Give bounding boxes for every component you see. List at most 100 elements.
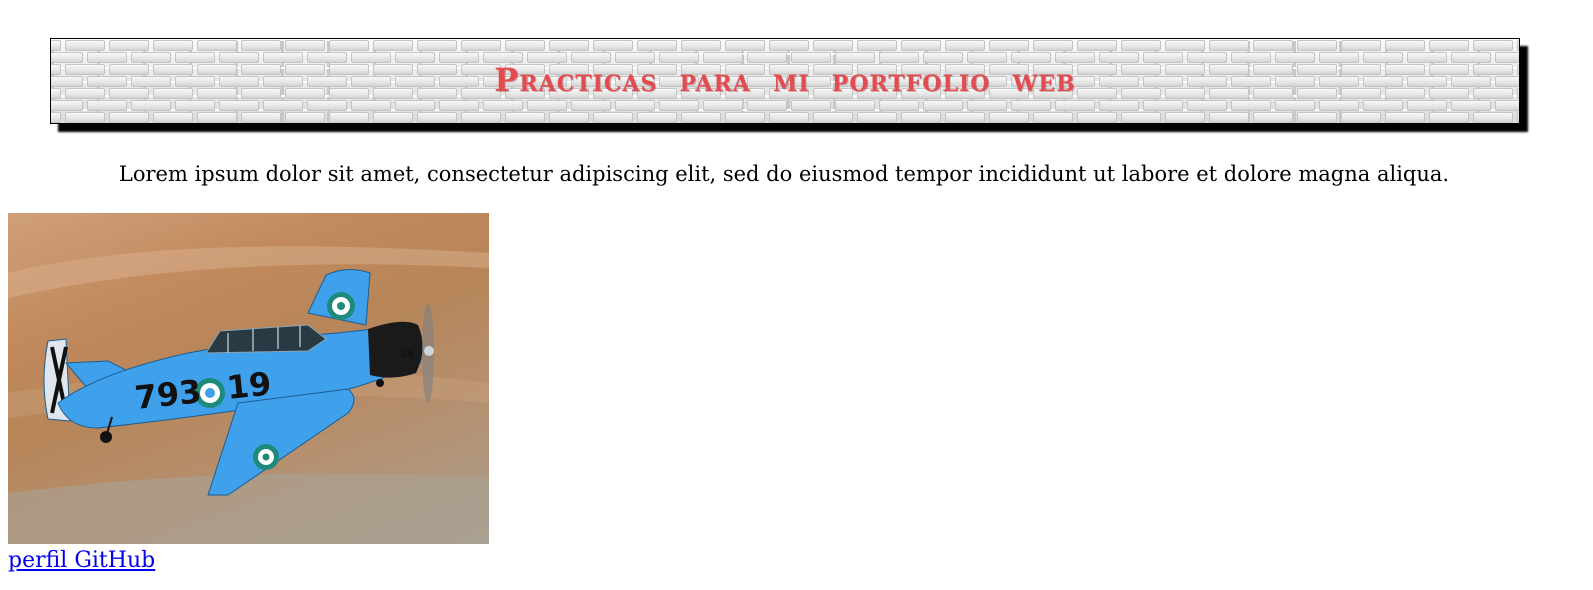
brick-row [51, 112, 1519, 123]
brick [1121, 40, 1161, 51]
brick [703, 100, 743, 111]
brick [373, 40, 413, 51]
brick [1231, 100, 1271, 111]
brick [681, 40, 721, 51]
github-profile-link[interactable]: perfil GitHub [8, 548, 155, 573]
brick [637, 112, 677, 123]
brick [1099, 100, 1139, 111]
brick [549, 112, 589, 123]
brick [65, 112, 105, 123]
brick [329, 112, 369, 123]
brick [483, 100, 523, 111]
brick [923, 100, 963, 111]
brick [1209, 40, 1249, 51]
brick [879, 100, 919, 111]
brick [791, 100, 831, 111]
brick [175, 100, 215, 111]
brick [835, 100, 875, 111]
brick [1385, 40, 1425, 51]
brick [329, 40, 369, 51]
brick [241, 112, 281, 123]
airplane-illustration: 793 19 19 [8, 246, 489, 544]
brick [813, 112, 853, 123]
brick [219, 100, 259, 111]
brick [1385, 112, 1425, 123]
intro-paragraph: Lorem ipsum dolor sit amet, consectetur … [118, 162, 1450, 186]
brick [1011, 100, 1051, 111]
brick [857, 40, 897, 51]
brick [307, 100, 347, 111]
brick [285, 112, 325, 123]
brick-row [51, 40, 1519, 52]
brick [593, 112, 633, 123]
brick [1517, 112, 1519, 123]
brick [51, 112, 61, 123]
brick [615, 100, 655, 111]
brick [373, 112, 413, 123]
brick [1165, 40, 1205, 51]
brick [945, 40, 985, 51]
brick-row [51, 100, 1519, 112]
page-title: Practicas para mi portfolio web [494, 61, 1076, 99]
brick [681, 112, 721, 123]
brick [351, 100, 391, 111]
brick [461, 112, 501, 123]
brick [109, 112, 149, 123]
brick [901, 112, 941, 123]
brick [1495, 100, 1519, 111]
brick [1275, 100, 1315, 111]
brick [989, 40, 1029, 51]
brick [967, 100, 1007, 111]
brick [1429, 40, 1469, 51]
brick [197, 112, 237, 123]
header-banner: Practicas para mi portfolio web [50, 38, 1520, 124]
brick [1121, 112, 1161, 123]
aircraft-number-right: 19 [225, 365, 273, 407]
brick [571, 100, 611, 111]
brick [87, 100, 127, 111]
brick [1077, 112, 1117, 123]
brick [593, 40, 633, 51]
airplane-photo: 793 19 19 [8, 213, 489, 544]
brick [1341, 40, 1381, 51]
brick [461, 40, 501, 51]
brick [1319, 100, 1359, 111]
brick [659, 100, 699, 111]
brick [395, 100, 435, 111]
brick [1517, 40, 1519, 51]
brick [505, 112, 545, 123]
brick [857, 112, 897, 123]
brick [131, 100, 171, 111]
brick [1341, 112, 1381, 123]
brick [417, 40, 457, 51]
brick [1055, 100, 1095, 111]
brick [285, 40, 325, 51]
brick [65, 40, 105, 51]
brick [1297, 40, 1337, 51]
brick [769, 112, 809, 123]
page: Practicas para mi portfolio web Lorem ip… [0, 0, 1593, 590]
brick [1077, 40, 1117, 51]
brick [725, 40, 765, 51]
brick [439, 100, 479, 111]
brick [1033, 40, 1073, 51]
brick [263, 100, 303, 111]
brick [153, 40, 193, 51]
brick [1473, 40, 1513, 51]
brick [769, 40, 809, 51]
brick [1473, 112, 1513, 123]
brick [51, 40, 61, 51]
brick [813, 40, 853, 51]
brick [1363, 100, 1403, 111]
brick [109, 40, 149, 51]
brick [51, 100, 83, 111]
brick [241, 40, 281, 51]
brick [505, 40, 545, 51]
brick [1165, 112, 1205, 123]
aircraft-nose-number: 19 [400, 349, 414, 360]
brick [549, 40, 589, 51]
brick [197, 40, 237, 51]
brick [901, 40, 941, 51]
brick [1429, 112, 1469, 123]
brick [153, 112, 193, 123]
